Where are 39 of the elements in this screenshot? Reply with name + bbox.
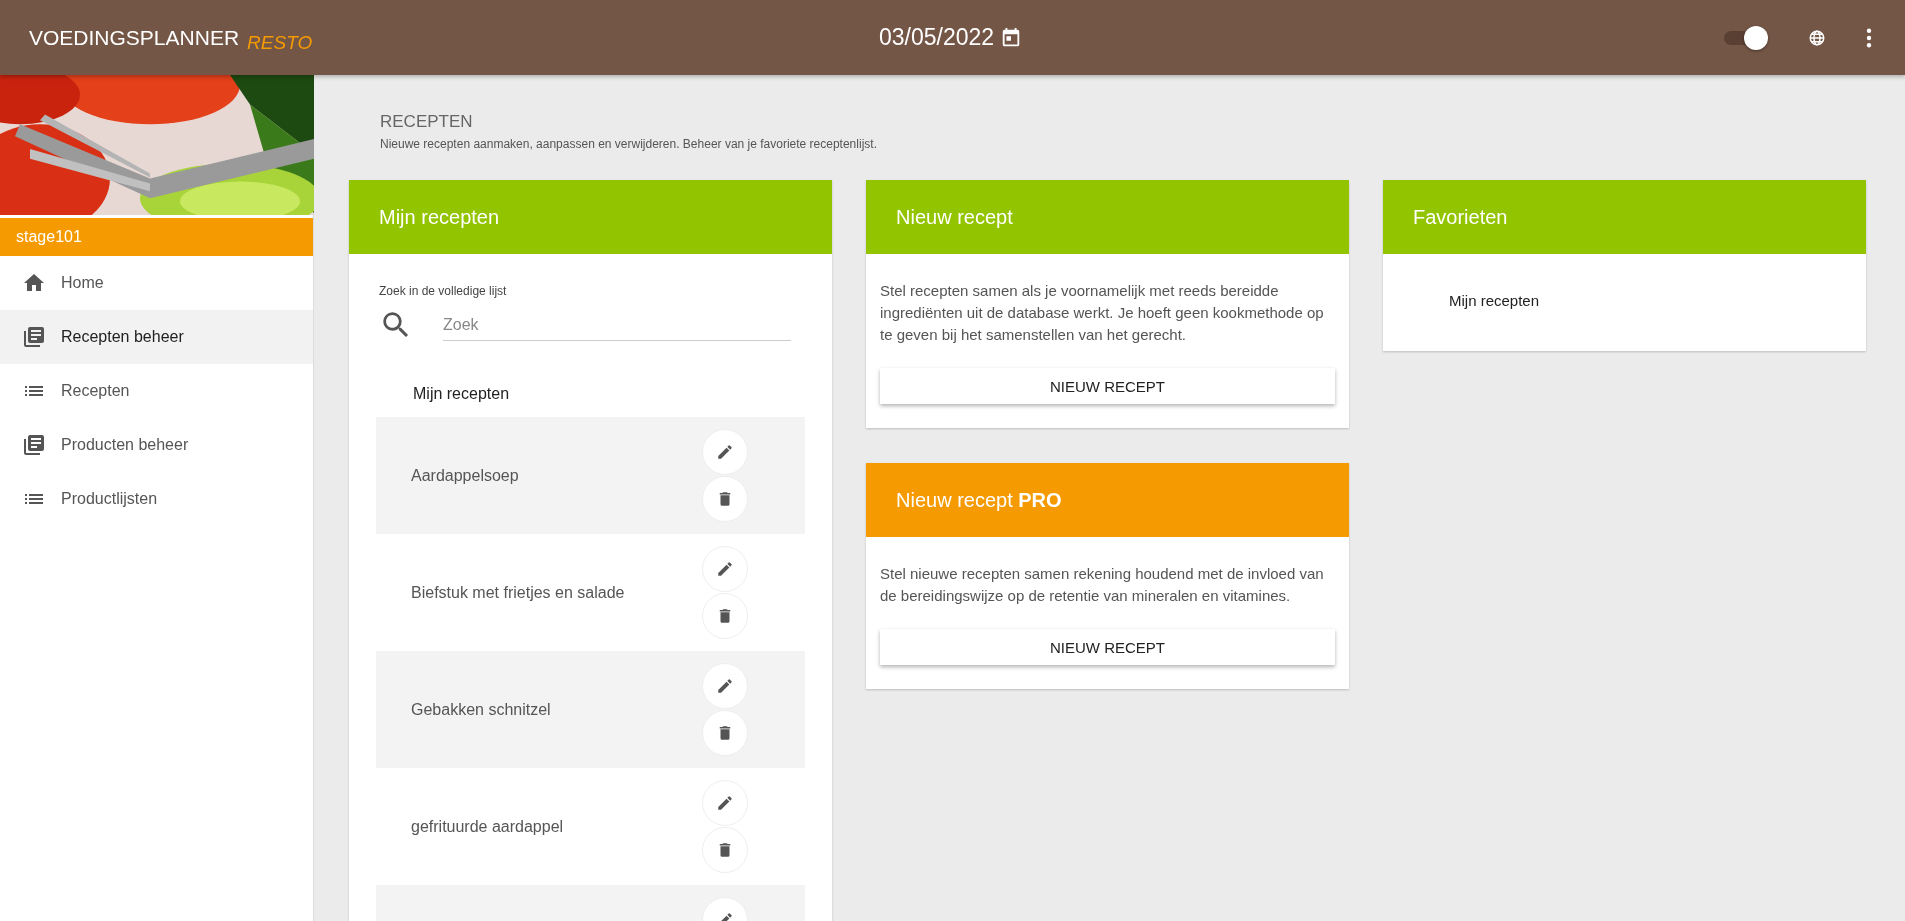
nav-item[interactable]: Productlijsten: [0, 472, 313, 526]
nav-item[interactable]: Home: [0, 256, 313, 310]
delete-button[interactable]: [702, 827, 748, 873]
new-recipe-button[interactable]: NIEUW RECEPT: [880, 368, 1335, 404]
recipe-name: Biefstuk met frietjes en salade: [411, 583, 625, 602]
delete-button[interactable]: [702, 593, 748, 639]
nav-item[interactable]: Recepten beheer: [0, 310, 313, 364]
nav-item[interactable]: Recepten: [0, 364, 313, 418]
card-title: Nieuw recept: [896, 205, 1013, 229]
recipe-name: Gebakken schnitzel: [411, 700, 551, 719]
pencil-icon: [716, 794, 734, 812]
favorites-list-link[interactable]: Mijn recepten: [1449, 292, 1540, 309]
page-title: RECEPTEN: [380, 112, 474, 132]
pencil-icon: [716, 560, 734, 578]
new-recipe-button[interactable]: NIEUW RECEPT: [880, 629, 1335, 665]
edit-button[interactable]: [702, 546, 748, 592]
app-title: VOEDINGSPLANNER: [29, 25, 240, 50]
more-menu-icon[interactable]: [1866, 27, 1872, 48]
search-label: Zoek in de volledige lijst: [379, 284, 508, 298]
card-title: Mijn recepten: [379, 205, 500, 229]
toggle-switch[interactable]: [1722, 25, 1768, 50]
card-description: Stel recepten samen als je voornamelijk met reeds bereidde ingrediënten uit de database werkt. Je hoeft geen kookmethode op te geven bij het samenstellen van het gerecht.: [880, 281, 1325, 345]
pencil-icon: [716, 443, 734, 461]
user-name-bar: stage101: [0, 218, 313, 256]
recipe-name: Aardappelsoep: [411, 466, 519, 485]
library-icon: [22, 325, 46, 349]
card-description: Stel nieuwe recepten samen rekening houdend met de invloed van de bereidingswijze op de retentie van mineralen en vitamines.: [880, 564, 1325, 606]
nav-item[interactable]: Producten beheer: [0, 418, 313, 472]
edit-button[interactable]: [702, 780, 748, 826]
globe-icon[interactable]: [1808, 28, 1826, 47]
list-title: Mijn recepten: [412, 384, 511, 404]
date-text: 03/05/2022: [878, 24, 995, 51]
card-title: Nieuw recept PRO: [896, 488, 1062, 512]
recipe-name: gefrituurde aardappel: [411, 817, 564, 836]
pencil-icon: [716, 677, 734, 695]
app-subtitle: RESTO: [247, 31, 313, 54]
library-icon: [22, 433, 46, 457]
page-subtitle: Nieuwe recepten aanmaken, aanpassen en verwijderen. Beheer van je favoriete receptenlijst.: [380, 137, 878, 151]
card-title: Favorieten: [1413, 205, 1508, 229]
